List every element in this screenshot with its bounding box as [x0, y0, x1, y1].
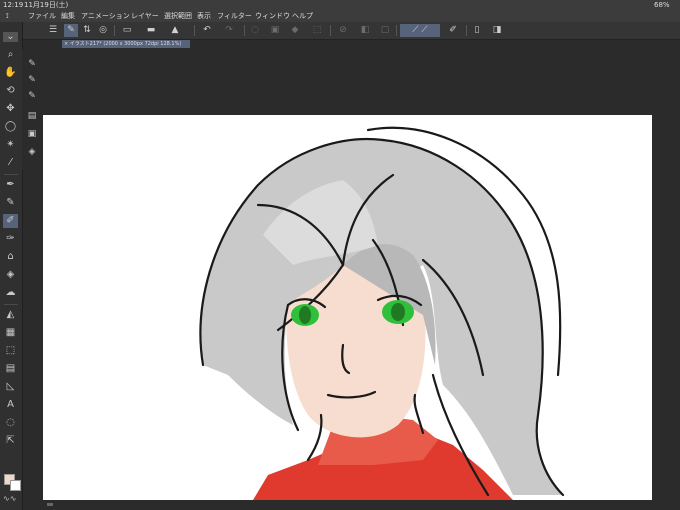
- stepper-icon[interactable]: ⇅: [80, 24, 94, 37]
- brush-size-icon[interactable]: ✎: [64, 24, 78, 37]
- menu-file[interactable]: ファイル: [28, 11, 56, 22]
- menu-window[interactable]: ウィンドウ: [255, 11, 290, 22]
- illustration-artwork: [199, 126, 565, 500]
- eyedropper-icon[interactable]: ⁄: [3, 156, 18, 170]
- eraser-icon[interactable]: ◈: [3, 268, 18, 282]
- airbrush-icon[interactable]: ✑: [3, 232, 18, 246]
- sub-color-swatch[interactable]: [10, 480, 21, 491]
- subtool-brush-b-icon[interactable]: ✎: [25, 74, 39, 87]
- subtool-brush-a-icon[interactable]: ✎: [25, 58, 39, 71]
- undo-icon[interactable]: ↶: [200, 24, 214, 37]
- open-icon[interactable]: ▬: [144, 24, 158, 37]
- magic-wand-icon[interactable]: ✴: [3, 138, 18, 152]
- view-icon[interactable]: ◎: [96, 24, 110, 37]
- help-icon[interactable]: ◨: [490, 24, 504, 37]
- canvas-bottom-bar: [43, 500, 680, 510]
- color-mode-icon[interactable]: ∿∿: [3, 494, 16, 503]
- navigator-icon[interactable]: ▣: [25, 128, 39, 141]
- document-tab-row: × イラスト217* (2000 x 3000px 72dpi 128.1%): [22, 40, 680, 49]
- status-date: 11月19日(土): [24, 1, 69, 9]
- object-select-icon[interactable]: ⇱: [3, 434, 18, 448]
- document-tab-title: イラスト217* (2000 x 3000px 72dpi 128.1%): [69, 41, 182, 47]
- text-icon[interactable]: A: [3, 398, 18, 412]
- new-icon[interactable]: ▭: [120, 24, 134, 37]
- drawing-canvas[interactable]: [43, 115, 652, 500]
- balloon-icon[interactable]: ◌: [3, 416, 18, 430]
- menu-edit[interactable]: 編集: [61, 11, 75, 22]
- status-bar: 12:19 11月19日(土) 68%: [0, 0, 680, 11]
- menu-layer[interactable]: レイヤー: [131, 11, 159, 22]
- device-icon[interactable]: ▯: [470, 24, 484, 37]
- menu-view[interactable]: 表示: [197, 11, 211, 22]
- layer-icon[interactable]: ⊘: [336, 24, 350, 37]
- menu-filter[interactable]: フィルター: [217, 11, 252, 22]
- menu-help[interactable]: ヘルプ: [292, 11, 313, 22]
- hand-icon[interactable]: ✋: [3, 66, 18, 80]
- brush-icon[interactable]: ✐: [3, 214, 18, 228]
- frame-icon[interactable]: ⬚: [3, 344, 18, 358]
- pen-pressure-icon[interactable]: ✐: [446, 24, 460, 37]
- collapse-chevron-icon[interactable]: ⌄: [3, 32, 18, 42]
- pencil-icon[interactable]: ✎: [3, 196, 18, 210]
- gradient-icon[interactable]: ▦: [3, 326, 18, 340]
- menu-bar: ⟟ ファイル 編集 アニメーション レイヤー 選択範囲 表示 フィルター ウィン…: [0, 11, 680, 22]
- document-tab[interactable]: × イラスト217* (2000 x 3000px 72dpi 128.1%): [62, 40, 190, 48]
- sub-tool-column: ✎ ✎ ✎ ▤ ▣ ◈: [22, 50, 42, 170]
- magnifier-icon[interactable]: ⌕: [3, 48, 18, 62]
- menu-selection[interactable]: 選択範囲: [164, 11, 192, 22]
- rotate-icon[interactable]: ⟲: [3, 84, 18, 98]
- status-time: 12:19: [3, 1, 24, 9]
- app-logo-icon[interactable]: ⟟: [6, 11, 9, 22]
- clear-layer-icon[interactable]: ▢: [378, 24, 392, 37]
- battery-level: 68%: [654, 1, 670, 9]
- clear-icon[interactable]: ◌: [248, 24, 262, 37]
- layer-panel-icon[interactable]: ▤: [25, 110, 39, 123]
- menu-icon[interactable]: ☰: [46, 24, 60, 37]
- decoration-icon[interactable]: ⌂: [3, 250, 18, 264]
- stabilizer-icon[interactable]: ⟋ ⟋: [400, 24, 440, 37]
- pen-icon[interactable]: ✒: [3, 178, 18, 192]
- menu-animation[interactable]: アニメーション: [81, 11, 130, 22]
- tool-palette: ⌄ ⌕ ✋ ⟲ ✥ ◯ ✴ ⁄ ✒ ✎ ✐ ✑ ⌂ ◈ ☁ ◭ ▦ ⬚ ▤ ◺ …: [0, 22, 23, 510]
- scroll-handle[interactable]: [47, 503, 53, 506]
- ruler-triangle-icon[interactable]: ◺: [3, 380, 18, 394]
- subtool-brush-c-icon[interactable]: ✎: [25, 90, 39, 103]
- ruler-icon[interactable]: ▤: [3, 362, 18, 376]
- fill-tool-icon[interactable]: ◆: [288, 24, 302, 37]
- blend-icon[interactable]: ☁: [3, 286, 18, 300]
- lasso-select-icon[interactable]: ◯: [3, 120, 18, 134]
- layer2-icon[interactable]: ◧: [358, 24, 372, 37]
- save-icon[interactable]: ▲: [168, 24, 182, 37]
- select-icon[interactable]: ⬚: [310, 24, 324, 37]
- transform-icon[interactable]: ▣: [268, 24, 282, 37]
- layers-icon[interactable]: ◈: [25, 146, 39, 159]
- move-icon[interactable]: ✥: [3, 102, 18, 116]
- fill-icon[interactable]: ◭: [3, 308, 18, 322]
- command-bar: ☰ ✎ ⇅ ◎ ▭ ▬ ▲ ↶ ↷ ◌ ▣ ◆ ⬚ ⊘ ◧ ▢ ⟋ ⟋ ✐ ▯ …: [22, 22, 680, 40]
- redo-icon[interactable]: ↷: [222, 24, 236, 37]
